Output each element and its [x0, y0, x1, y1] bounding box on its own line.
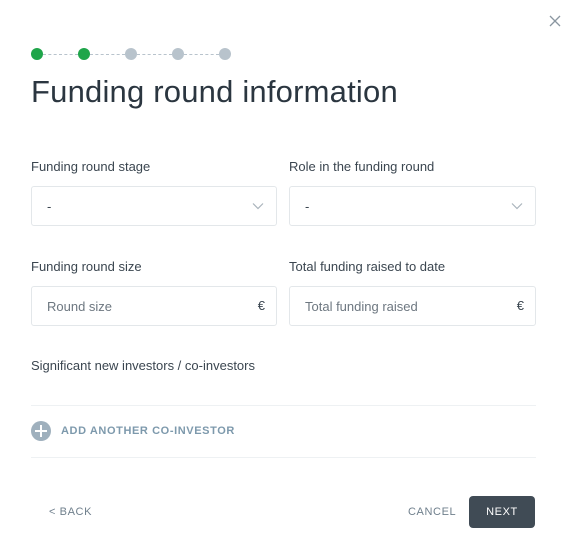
- role-label: Role in the funding round: [289, 159, 435, 174]
- step-2-indicator: [78, 48, 90, 60]
- step-connector: [184, 53, 219, 55]
- progress-stepper: [31, 47, 231, 61]
- chevron-down-icon: [511, 203, 523, 210]
- round-size-input[interactable]: Round size €: [31, 286, 277, 326]
- add-co-investor-button[interactable]: ADD ANOTHER CO-INVESTOR: [31, 421, 235, 441]
- co-investors-label: Significant new investors / co-investors: [31, 358, 255, 373]
- plus-circle-icon: [31, 421, 51, 441]
- step-connector: [137, 53, 172, 55]
- total-funding-label: Total funding raised to date: [289, 259, 446, 274]
- step-1-indicator: [31, 48, 43, 60]
- chevron-down-icon: [252, 203, 264, 210]
- total-funding-placeholder: Total funding raised: [305, 299, 418, 314]
- role-select-value: -: [305, 199, 310, 214]
- back-button[interactable]: < BACK: [49, 506, 92, 518]
- total-funding-input[interactable]: Total funding raised €: [289, 286, 536, 326]
- close-icon[interactable]: [548, 14, 562, 28]
- add-co-investor-label: ADD ANOTHER CO-INVESTOR: [61, 425, 235, 437]
- round-size-label: Funding round size: [31, 259, 142, 274]
- divider: [31, 405, 536, 406]
- divider: [31, 457, 536, 458]
- round-size-placeholder: Round size: [47, 299, 113, 314]
- stage-select[interactable]: -: [31, 186, 277, 226]
- step-5-indicator: [219, 48, 231, 60]
- page-title: Funding round information: [31, 74, 398, 109]
- next-button[interactable]: NEXT: [469, 496, 535, 528]
- step-3-indicator: [125, 48, 137, 60]
- currency-unit: €: [516, 298, 524, 313]
- stage-select-value: -: [47, 199, 52, 214]
- role-select[interactable]: -: [289, 186, 536, 226]
- step-connector: [90, 53, 125, 55]
- step-4-indicator: [172, 48, 184, 60]
- cancel-button[interactable]: CANCEL: [408, 506, 456, 518]
- stage-label: Funding round stage: [31, 159, 151, 174]
- currency-unit: €: [257, 298, 265, 313]
- step-connector: [43, 53, 78, 55]
